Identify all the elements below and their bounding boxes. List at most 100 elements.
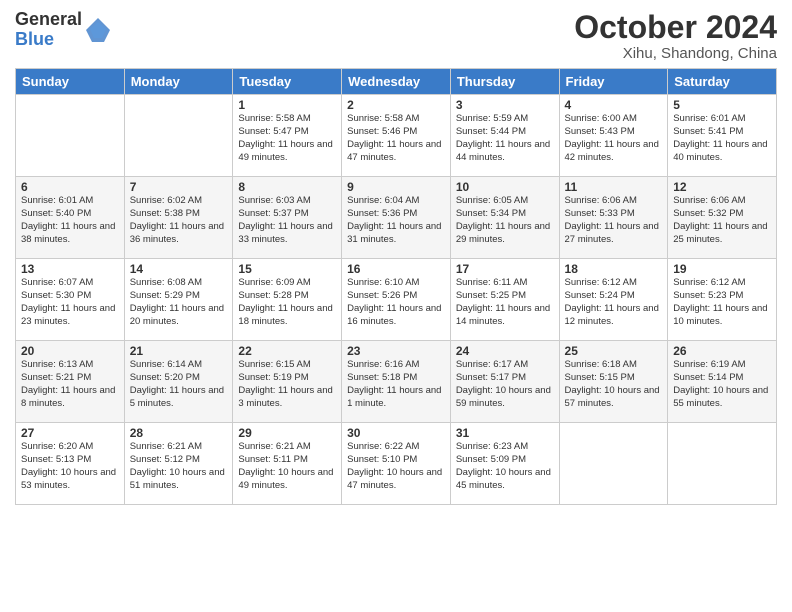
day-info: Sunrise: 6:06 AM Sunset: 5:32 PM Dayligh… [673, 195, 771, 246]
day-info: Sunrise: 6:03 AM Sunset: 5:37 PM Dayligh… [238, 195, 336, 246]
day-info: Sunrise: 6:20 AM Sunset: 5:13 PM Dayligh… [21, 441, 119, 492]
day-info: Sunrise: 5:59 AM Sunset: 5:44 PM Dayligh… [456, 113, 554, 164]
title-section: October 2024 Xihu, Shandong, China [574, 10, 777, 62]
day-number: 11 [565, 180, 663, 194]
calendar-cell [124, 95, 233, 177]
day-number: 9 [347, 180, 445, 194]
calendar-cell: 27Sunrise: 6:20 AM Sunset: 5:13 PM Dayli… [16, 423, 125, 505]
calendar-cell: 20Sunrise: 6:13 AM Sunset: 5:21 PM Dayli… [16, 341, 125, 423]
day-number: 8 [238, 180, 336, 194]
day-number: 3 [456, 98, 554, 112]
day-info: Sunrise: 6:02 AM Sunset: 5:38 PM Dayligh… [130, 195, 228, 246]
calendar-cell: 8Sunrise: 6:03 AM Sunset: 5:37 PM Daylig… [233, 177, 342, 259]
day-number: 31 [456, 426, 554, 440]
calendar-cell: 13Sunrise: 6:07 AM Sunset: 5:30 PM Dayli… [16, 259, 125, 341]
calendar-cell: 12Sunrise: 6:06 AM Sunset: 5:32 PM Dayli… [668, 177, 777, 259]
day-info: Sunrise: 6:08 AM Sunset: 5:29 PM Dayligh… [130, 277, 228, 328]
day-info: Sunrise: 6:12 AM Sunset: 5:23 PM Dayligh… [673, 277, 771, 328]
week-row-1: 1Sunrise: 5:58 AM Sunset: 5:47 PM Daylig… [16, 95, 777, 177]
day-info: Sunrise: 6:15 AM Sunset: 5:19 PM Dayligh… [238, 359, 336, 410]
calendar-cell [668, 423, 777, 505]
calendar-cell: 22Sunrise: 6:15 AM Sunset: 5:19 PM Dayli… [233, 341, 342, 423]
calendar-cell: 29Sunrise: 6:21 AM Sunset: 5:11 PM Dayli… [233, 423, 342, 505]
calendar-cell: 14Sunrise: 6:08 AM Sunset: 5:29 PM Dayli… [124, 259, 233, 341]
weekday-header-saturday: Saturday [668, 69, 777, 95]
calendar-cell [16, 95, 125, 177]
logo-blue: Blue [15, 30, 82, 50]
calendar-cell: 19Sunrise: 6:12 AM Sunset: 5:23 PM Dayli… [668, 259, 777, 341]
day-number: 30 [347, 426, 445, 440]
day-info: Sunrise: 6:09 AM Sunset: 5:28 PM Dayligh… [238, 277, 336, 328]
day-info: Sunrise: 6:16 AM Sunset: 5:18 PM Dayligh… [347, 359, 445, 410]
day-number: 28 [130, 426, 228, 440]
calendar-table: SundayMondayTuesdayWednesdayThursdayFrid… [15, 68, 777, 505]
week-row-2: 6Sunrise: 6:01 AM Sunset: 5:40 PM Daylig… [16, 177, 777, 259]
day-info: Sunrise: 6:19 AM Sunset: 5:14 PM Dayligh… [673, 359, 771, 410]
calendar-cell: 5Sunrise: 6:01 AM Sunset: 5:41 PM Daylig… [668, 95, 777, 177]
week-row-5: 27Sunrise: 6:20 AM Sunset: 5:13 PM Dayli… [16, 423, 777, 505]
day-number: 27 [21, 426, 119, 440]
calendar-cell: 25Sunrise: 6:18 AM Sunset: 5:15 PM Dayli… [559, 341, 668, 423]
calendar-cell: 1Sunrise: 5:58 AM Sunset: 5:47 PM Daylig… [233, 95, 342, 177]
day-info: Sunrise: 6:04 AM Sunset: 5:36 PM Dayligh… [347, 195, 445, 246]
calendar-cell: 31Sunrise: 6:23 AM Sunset: 5:09 PM Dayli… [450, 423, 559, 505]
day-number: 16 [347, 262, 445, 276]
weekday-header-monday: Monday [124, 69, 233, 95]
day-number: 4 [565, 98, 663, 112]
day-number: 13 [21, 262, 119, 276]
weekday-header-row: SundayMondayTuesdayWednesdayThursdayFrid… [16, 69, 777, 95]
day-number: 23 [347, 344, 445, 358]
day-number: 2 [347, 98, 445, 112]
day-info: Sunrise: 6:18 AM Sunset: 5:15 PM Dayligh… [565, 359, 663, 410]
day-number: 18 [565, 262, 663, 276]
day-number: 29 [238, 426, 336, 440]
day-info: Sunrise: 6:07 AM Sunset: 5:30 PM Dayligh… [21, 277, 119, 328]
day-number: 17 [456, 262, 554, 276]
calendar-cell: 16Sunrise: 6:10 AM Sunset: 5:26 PM Dayli… [342, 259, 451, 341]
day-info: Sunrise: 6:17 AM Sunset: 5:17 PM Dayligh… [456, 359, 554, 410]
calendar-cell: 18Sunrise: 6:12 AM Sunset: 5:24 PM Dayli… [559, 259, 668, 341]
day-info: Sunrise: 5:58 AM Sunset: 5:46 PM Dayligh… [347, 113, 445, 164]
calendar-cell [559, 423, 668, 505]
calendar-cell: 11Sunrise: 6:06 AM Sunset: 5:33 PM Dayli… [559, 177, 668, 259]
day-info: Sunrise: 6:11 AM Sunset: 5:25 PM Dayligh… [456, 277, 554, 328]
day-number: 10 [456, 180, 554, 194]
calendar-cell: 9Sunrise: 6:04 AM Sunset: 5:36 PM Daylig… [342, 177, 451, 259]
calendar-cell: 7Sunrise: 6:02 AM Sunset: 5:38 PM Daylig… [124, 177, 233, 259]
day-info: Sunrise: 6:00 AM Sunset: 5:43 PM Dayligh… [565, 113, 663, 164]
weekday-header-friday: Friday [559, 69, 668, 95]
weekday-header-wednesday: Wednesday [342, 69, 451, 95]
calendar-cell: 24Sunrise: 6:17 AM Sunset: 5:17 PM Dayli… [450, 341, 559, 423]
page: General Blue October 2024 Xihu, Shandong… [0, 0, 792, 612]
logo-icon [84, 16, 112, 44]
logo-text: General Blue [15, 10, 82, 50]
day-info: Sunrise: 6:01 AM Sunset: 5:41 PM Dayligh… [673, 113, 771, 164]
day-number: 26 [673, 344, 771, 358]
day-number: 21 [130, 344, 228, 358]
week-row-3: 13Sunrise: 6:07 AM Sunset: 5:30 PM Dayli… [16, 259, 777, 341]
calendar-cell: 30Sunrise: 6:22 AM Sunset: 5:10 PM Dayli… [342, 423, 451, 505]
calendar-cell: 4Sunrise: 6:00 AM Sunset: 5:43 PM Daylig… [559, 95, 668, 177]
calendar-cell: 17Sunrise: 6:11 AM Sunset: 5:25 PM Dayli… [450, 259, 559, 341]
day-number: 14 [130, 262, 228, 276]
calendar-cell: 15Sunrise: 6:09 AM Sunset: 5:28 PM Dayli… [233, 259, 342, 341]
day-number: 12 [673, 180, 771, 194]
day-info: Sunrise: 6:13 AM Sunset: 5:21 PM Dayligh… [21, 359, 119, 410]
logo-general: General [15, 10, 82, 30]
weekday-header-sunday: Sunday [16, 69, 125, 95]
calendar-cell: 26Sunrise: 6:19 AM Sunset: 5:14 PM Dayli… [668, 341, 777, 423]
day-number: 24 [456, 344, 554, 358]
weekday-header-tuesday: Tuesday [233, 69, 342, 95]
day-info: Sunrise: 6:14 AM Sunset: 5:20 PM Dayligh… [130, 359, 228, 410]
header: General Blue October 2024 Xihu, Shandong… [15, 10, 777, 62]
day-info: Sunrise: 6:21 AM Sunset: 5:12 PM Dayligh… [130, 441, 228, 492]
day-number: 15 [238, 262, 336, 276]
day-number: 7 [130, 180, 228, 194]
day-number: 19 [673, 262, 771, 276]
weekday-header-thursday: Thursday [450, 69, 559, 95]
calendar-cell: 3Sunrise: 5:59 AM Sunset: 5:44 PM Daylig… [450, 95, 559, 177]
day-info: Sunrise: 6:10 AM Sunset: 5:26 PM Dayligh… [347, 277, 445, 328]
calendar-cell: 6Sunrise: 6:01 AM Sunset: 5:40 PM Daylig… [16, 177, 125, 259]
day-info: Sunrise: 6:22 AM Sunset: 5:10 PM Dayligh… [347, 441, 445, 492]
day-info: Sunrise: 6:21 AM Sunset: 5:11 PM Dayligh… [238, 441, 336, 492]
